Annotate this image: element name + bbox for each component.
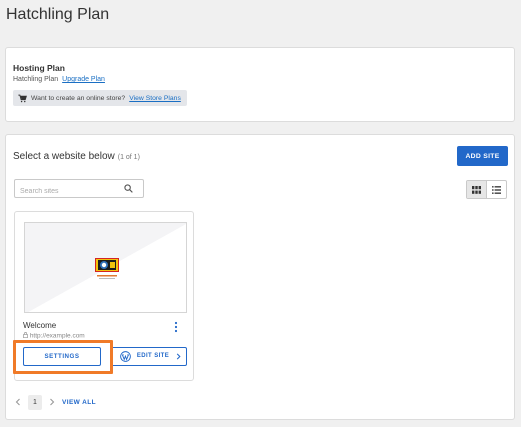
view-toggle <box>466 180 507 199</box>
view-all-link[interactable]: VIEW ALL <box>62 399 96 406</box>
pagination: 1 VIEW ALL <box>14 394 96 410</box>
sites-heading: Select a website below (1 of 1) <box>13 151 140 162</box>
more-options-icon[interactable] <box>172 321 180 333</box>
search-box <box>14 179 144 200</box>
grid-view-button[interactable] <box>467 181 486 198</box>
upgrade-plan-link[interactable]: Upgrade Plan <box>62 76 105 83</box>
wordpress-logo-icon <box>95 258 119 272</box>
wordpress-icon <box>120 351 131 362</box>
list-view-button[interactable] <box>486 181 506 198</box>
site-tile: Welcome http://example.com SETTINGS EDIT… <box>14 211 194 381</box>
edit-site-label: EDIT SITE <box>136 353 170 360</box>
site-name: Welcome <box>23 321 57 330</box>
search-icon[interactable] <box>124 184 133 193</box>
grid-icon <box>472 185 481 194</box>
site-preview-image <box>25 223 186 312</box>
cart-icon <box>18 94 27 102</box>
page-title: Hatchling Plan <box>6 6 110 23</box>
settings-button[interactable]: SETTINGS <box>23 347 101 366</box>
site-url-text: http://example.com <box>29 332 85 340</box>
edit-site-button[interactable]: EDIT SITE <box>111 347 187 366</box>
chevron-right-icon[interactable] <box>48 398 56 406</box>
sites-count: (1 of 1) <box>117 154 140 161</box>
site-url: http://example.com <box>23 332 85 340</box>
sites-card: Select a website below(1 of 1) ADD SITE <box>5 134 515 420</box>
add-site-button[interactable]: ADD SITE <box>457 146 508 166</box>
lock-icon <box>23 332 28 339</box>
site-thumbnail[interactable] <box>24 222 187 313</box>
plan-name: Hatchling Plan <box>13 76 59 83</box>
hosting-plan-card: Hosting Plan Hatchling Plan Upgrade Plan … <box>5 47 515 122</box>
hosting-plan-heading: Hosting Plan <box>13 63 65 73</box>
chevron-left-icon[interactable] <box>14 398 22 406</box>
page-number[interactable]: 1 <box>28 394 42 410</box>
chevron-right-icon <box>176 353 181 360</box>
list-icon <box>492 185 501 194</box>
view-store-plans-link[interactable]: View Store Plans <box>129 95 181 102</box>
store-prompt: Want to create an online store? <box>31 94 126 102</box>
store-banner: Want to create an online store? View Sto… <box>13 90 187 106</box>
plan-info: Hatchling Plan Upgrade Plan <box>13 76 105 83</box>
search-input[interactable] <box>15 183 115 200</box>
sites-heading-text: Select a website below <box>13 151 115 162</box>
